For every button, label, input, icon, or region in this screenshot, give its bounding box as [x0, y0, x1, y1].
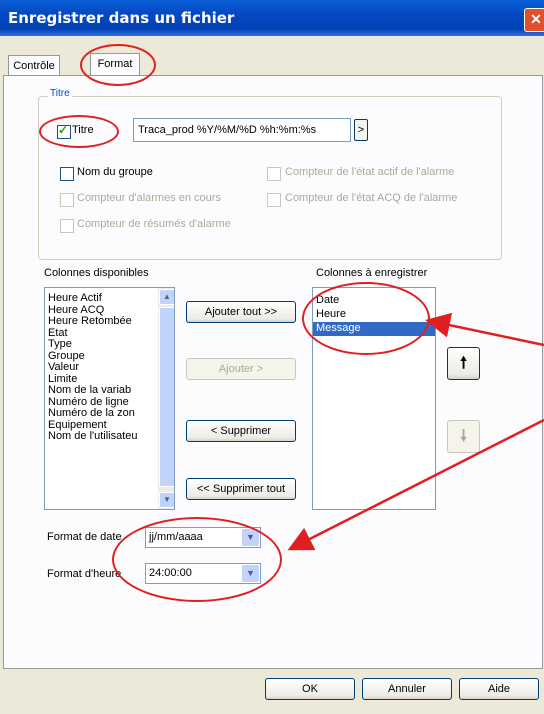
tab-controle[interactable]: Contrôle: [8, 55, 60, 77]
list-item-selected[interactable]: Message: [313, 322, 435, 336]
date-format-select[interactable]: jj/mm/aaaa ▼: [145, 527, 261, 548]
list-item[interactable]: Date: [313, 294, 435, 308]
time-format-label: Format d'heure: [47, 568, 122, 580]
tab-format[interactable]: Format: [90, 53, 140, 77]
summary-counter-label: Compteur de résumés d'alarme: [77, 218, 231, 230]
move-up-arrow-icon[interactable]: 🠕: [447, 347, 480, 380]
title-checkbox-label: Titre: [72, 124, 94, 136]
group-name-checkbox[interactable]: [60, 167, 74, 181]
title-bar: Enregistrer dans un fichier ✕: [0, 0, 544, 36]
date-format-value: jj/mm/aaaa: [149, 531, 203, 543]
title-group-label: Titre: [48, 88, 72, 99]
window-title: Enregistrer dans un fichier: [8, 9, 235, 27]
current-alarms-counter-label: Compteur d'alarmes en cours: [77, 192, 221, 204]
cancel-button[interactable]: Annuler: [362, 678, 452, 700]
ok-button[interactable]: OK: [265, 678, 355, 700]
add-button: Ajouter >: [186, 358, 296, 380]
title-format-input[interactable]: Traca_prod %Y/%M/%D %h:%m:%s: [133, 118, 351, 142]
active-state-counter-checkbox: [267, 167, 281, 181]
ack-state-counter-label: Compteur de l'état ACQ de l'alarme: [285, 192, 458, 204]
remove-all-button[interactable]: << Supprimer tout: [186, 478, 296, 500]
list-item[interactable]: Numéro de la zon: [45, 408, 174, 420]
ack-state-counter-checkbox: [267, 193, 281, 207]
scroll-down-icon[interactable]: ▼: [159, 492, 174, 508]
move-down-arrow-icon: 🠗: [447, 420, 480, 453]
available-columns-scrollbar[interactable]: ▲ ▼: [158, 288, 174, 509]
list-item[interactable]: Heure: [313, 308, 435, 322]
list-item[interactable]: Nom de la variab: [45, 385, 174, 397]
title-checkbox[interactable]: [57, 123, 71, 139]
chevron-down-icon[interactable]: ▼: [242, 529, 259, 546]
time-format-select[interactable]: 24:00:00 ▼: [145, 563, 261, 584]
selected-columns-list[interactable]: Date Heure Message: [312, 287, 436, 510]
list-item[interactable]: Heure Actif: [45, 293, 174, 305]
group-name-label: Nom du groupe: [77, 166, 153, 178]
summary-counter-checkbox: [60, 219, 74, 233]
scroll-up-icon[interactable]: ▲: [159, 289, 174, 305]
list-item[interactable]: Heure Retombée: [45, 316, 174, 328]
available-columns-label: Colonnes disponibles: [44, 267, 149, 279]
list-item[interactable]: Type: [45, 339, 174, 351]
list-item[interactable]: Nom de l'utilisateu: [45, 431, 174, 443]
add-all-button[interactable]: Ajouter tout >>: [186, 301, 296, 323]
selected-columns-label: Colonnes à enregistrer: [316, 267, 428, 279]
help-button[interactable]: Aide: [459, 678, 539, 700]
list-item[interactable]: Valeur: [45, 362, 174, 374]
scroll-thumb[interactable]: [159, 307, 174, 487]
title-expand-button[interactable]: >: [354, 119, 368, 141]
chevron-down-icon[interactable]: ▼: [242, 565, 259, 582]
close-button[interactable]: ✕: [524, 8, 544, 32]
available-columns-list[interactable]: Heure Actif Heure ACQ Heure Retombée Eta…: [44, 287, 175, 510]
date-format-label: Format de date: [47, 531, 122, 543]
active-state-counter-label: Compteur de l'état actif de l'alarme: [285, 166, 455, 178]
remove-button[interactable]: < Supprimer: [186, 420, 296, 442]
time-format-value: 24:00:00: [149, 567, 192, 579]
current-alarms-counter-checkbox: [60, 193, 74, 207]
